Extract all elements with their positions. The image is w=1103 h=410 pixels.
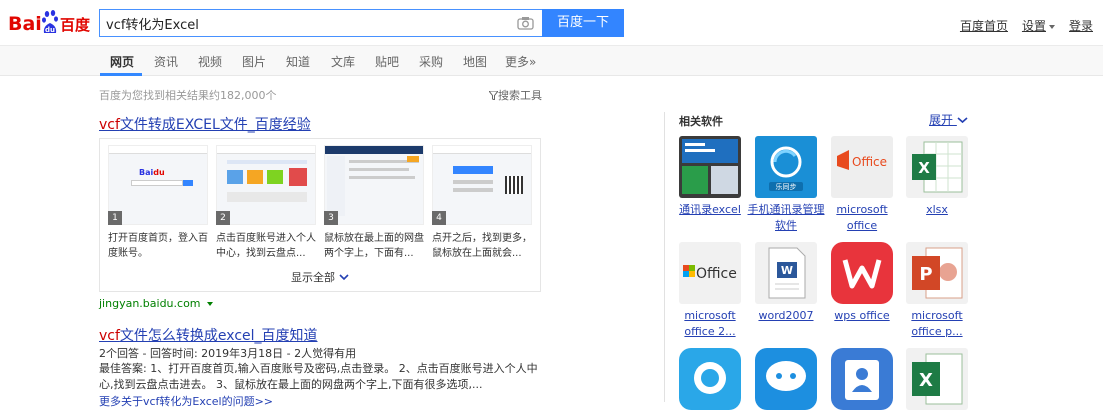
- active-tab-indicator: [100, 73, 142, 76]
- result-title-link[interactable]: vcf文件转成EXCEL文件_百度经验: [99, 114, 311, 134]
- contacts-excel-icon: [679, 136, 741, 198]
- settings-link[interactable]: 设置: [1022, 19, 1055, 33]
- xlsx-file-icon: X: [906, 136, 968, 198]
- caret-down-icon: [207, 302, 214, 306]
- step-text: 鼠标放在最上面的网盘两个字上，下面有...: [324, 233, 424, 259]
- sidebar-divider: [664, 112, 665, 402]
- search-tools-button[interactable]: 搜索工具: [487, 87, 542, 103]
- chevron-down-icon: [1048, 24, 1055, 29]
- software-label: microsoft office p...: [911, 309, 963, 338]
- step-number: 4: [432, 211, 446, 225]
- logo-text-bai: Bai: [8, 13, 42, 35]
- excel-app-icon: X: [906, 348, 968, 410]
- sidebar-title: 相关软件: [679, 115, 723, 128]
- search-input[interactable]: [100, 10, 510, 36]
- tab-web[interactable]: 网页: [110, 53, 134, 70]
- show-all-label: 显示全部: [291, 271, 335, 284]
- tab-images[interactable]: 图片: [242, 53, 266, 70]
- step-number: 2: [216, 211, 230, 225]
- search-button[interactable]: 百度一下: [542, 9, 624, 37]
- chat-app-icon: [679, 348, 741, 410]
- logo-text-du: du: [45, 26, 55, 34]
- camera-icon[interactable]: [517, 16, 534, 30]
- software-label: wps office: [834, 309, 890, 322]
- settings-link-label: 设置: [1021, 19, 1046, 33]
- search-tools-label: 搜索工具: [498, 89, 542, 102]
- result-title-text: 文件转成EXCEL文件_百度经验: [119, 117, 311, 133]
- svg-text:乐同步: 乐同步: [776, 182, 797, 191]
- svg-text:Office: Office: [696, 266, 737, 282]
- svg-text:P: P: [919, 264, 932, 285]
- step-screenshot: [324, 145, 424, 225]
- result-title-text: 文件怎么转换成excel_百度知道: [119, 328, 318, 344]
- step-screenshot: [216, 145, 316, 225]
- tab-procurement[interactable]: 采购: [419, 53, 443, 70]
- step-text: 打开百度首页，登入百度账号。: [108, 233, 208, 259]
- software-label: 通讯录excel: [679, 203, 741, 216]
- wps-office-icon: [831, 242, 893, 304]
- software-label: word2007: [758, 309, 814, 322]
- step-text: 点开之后，找到更多，鼠标放在上面就会...: [432, 233, 532, 259]
- header: Bai du 百度 百度一下 百度首页设置 登录: [0, 0, 1103, 46]
- search-box[interactable]: [99, 9, 542, 37]
- svg-text:W: W: [781, 264, 793, 277]
- software-label: microsoft office: [836, 203, 888, 232]
- tab-zhidao[interactable]: 知道: [286, 53, 310, 70]
- word-document-icon: W: [755, 242, 817, 304]
- search-tabs: 网页 资讯 视频 图片 知道 文库 贴吧 采购 地图 更多»: [0, 46, 1103, 76]
- login-link[interactable]: 登录: [1069, 19, 1093, 33]
- more-questions-link[interactable]: 更多关于vcf转化为Excel的问题>>: [99, 393, 273, 409]
- software-label: microsoft office 2...: [684, 309, 736, 338]
- step-number: 3: [324, 211, 338, 225]
- result-meta: 2个回答 - 回答时间: 2019年3月18日 - 2人觉得有用: [99, 347, 357, 360]
- source-text: jingyan.baidu.com: [99, 297, 201, 310]
- tab-wenku[interactable]: 文库: [331, 53, 355, 70]
- show-all-button[interactable]: 显示全部: [291, 269, 349, 285]
- chevron-down-icon: [957, 117, 968, 124]
- experience-steps-card: Baidu 1 打开百度首页，登入百度账号。 2 点击百度账号进入个人中心，找到…: [99, 138, 541, 292]
- result-title-link[interactable]: vcf文件怎么转换成excel_百度知道: [99, 325, 318, 345]
- messenger-app-icon: [755, 348, 817, 410]
- result-count: 百度为您找到相关结果约182,000个: [99, 89, 277, 102]
- tab-video[interactable]: 视频: [198, 53, 222, 70]
- phone-contacts-sync-icon: 乐同步: [755, 136, 817, 198]
- step-screenshot: [432, 145, 532, 225]
- software-label: xlsx: [926, 203, 948, 216]
- tab-news[interactable]: 资讯: [154, 53, 178, 70]
- expand-label: 展开: [929, 113, 954, 127]
- logo-text-baidu: 百度: [60, 16, 91, 34]
- svg-text:X: X: [918, 159, 930, 177]
- baidu-logo[interactable]: Bai du 百度: [8, 8, 92, 38]
- sidebar-expand-button[interactable]: 展开: [929, 111, 968, 128]
- result-title-highlight: vcf: [99, 117, 120, 133]
- software-label: 手机通讯录管理软件: [747, 203, 825, 232]
- microsoft-office-icon: Office: [831, 136, 893, 198]
- tab-more[interactable]: 更多»: [505, 53, 536, 70]
- home-link[interactable]: 百度首页: [960, 19, 1008, 33]
- tab-map[interactable]: 地图: [463, 53, 487, 70]
- tab-tieba[interactable]: 贴吧: [375, 53, 399, 70]
- result-abstract: 最佳答案: 1、打开百度首页,输入百度账号及密码,点击登录。 2、点击百度账号进…: [99, 362, 538, 391]
- top-links: 百度首页 设置 登录: [946, 17, 1093, 34]
- svg-text:Office: Office: [852, 155, 887, 169]
- step-number: 1: [108, 211, 122, 225]
- svg-text:X: X: [919, 370, 933, 391]
- result-title-highlight: vcf: [99, 328, 120, 344]
- result-source-url[interactable]: jingyan.baidu.com: [99, 297, 214, 310]
- chevron-down-icon: [338, 274, 349, 281]
- powerpoint-icon: P: [906, 242, 968, 304]
- filter-icon: [487, 90, 500, 101]
- contacts-app-icon: [831, 348, 893, 410]
- office-logo-icon: Office: [679, 242, 741, 304]
- step-text: 点击百度账号进入个人中心，找到云盘点...: [216, 233, 316, 259]
- step-screenshot: Baidu: [108, 145, 208, 225]
